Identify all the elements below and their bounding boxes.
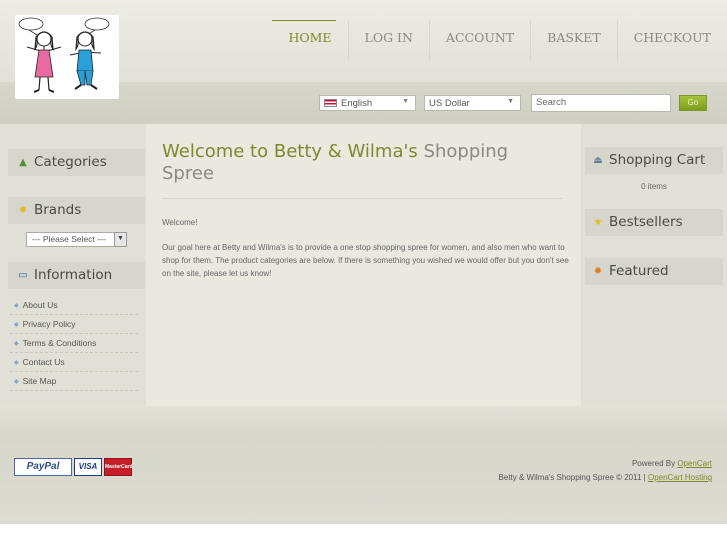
bullet-icon: ◆ <box>14 360 19 366</box>
betty-wilma-logo-illustration <box>18 17 110 93</box>
link-label: About Us <box>22 300 58 310</box>
bullet-icon: ◆ <box>14 322 19 328</box>
currency-value: US Dollar <box>429 98 470 109</box>
nav-basket[interactable]: BASKET <box>530 20 617 62</box>
bestsellers-title: Bestsellers <box>609 214 683 230</box>
right-sidebar: ⏏ Shopping Cart 0 items ★ Bestsellers ✹ Fea… <box>581 124 727 406</box>
categories-header: ▲ Categories <box>8 149 145 176</box>
welcome-body: Our goal here at Betty and Wilma's is to… <box>162 243 569 278</box>
currency-select[interactable]: US Dollar ▼ <box>424 95 521 111</box>
link-label: Privacy Policy <box>22 319 76 329</box>
copyright: Betty & Wilma's Shopping Spree © 2011 | … <box>499 473 712 482</box>
info-link-site-map[interactable]: ◆ Site Map <box>10 372 138 391</box>
brands-header: ✸ Brands <box>8 197 145 224</box>
left-sidebar: ▲ Categories ✸ Brands --- Please Select --… <box>0 124 146 406</box>
powered-by: Powered By OpenCart <box>632 459 712 468</box>
store-logo[interactable] <box>15 15 119 99</box>
bullet-icon: ◆ <box>14 341 19 347</box>
search-placeholder: Search <box>536 97 567 108</box>
payment-cards: PayPal VISA MasterCard <box>14 458 133 476</box>
cart-items-count: 0 items <box>641 182 667 191</box>
footer: PayPal VISA MasterCard Powered By OpenCa… <box>0 406 727 524</box>
info-link-privacy-policy[interactable]: ◆ Privacy Policy <box>10 315 138 334</box>
search-input[interactable]: Search <box>531 94 671 112</box>
brands-star-icon: ✸ <box>18 205 28 216</box>
categories-icon: ▲ <box>19 157 27 168</box>
brands-title: Brands <box>34 202 82 218</box>
language-select[interactable]: English ▼ <box>319 95 416 111</box>
welcome-text: Welcome! <box>162 218 198 227</box>
main-nav: HOME LOG IN ACCOUNT BASKET CHECKOUT <box>272 20 727 72</box>
info-link-terms-conditions[interactable]: ◆ Terms & Conditions <box>10 334 138 353</box>
powered-by-label: Powered By <box>631 459 678 468</box>
page-title-part1: Welcome to Betty & Wilma's <box>162 141 424 162</box>
search-go-button[interactable]: Go <box>679 95 707 111</box>
brands-select[interactable]: --- Please Select --- ▼ <box>26 232 127 247</box>
bestsellers-header: ★ Bestsellers <box>585 209 723 236</box>
featured-title: Featured <box>609 263 669 279</box>
visa-logo: VISA <box>74 458 102 476</box>
page: HOME LOG IN ACCOUNT BASKET CHECKOUT Engl… <box>0 0 727 524</box>
nav-account[interactable]: ACCOUNT <box>428 20 530 62</box>
bullet-icon: ◆ <box>14 303 19 309</box>
page-title: Welcome to Betty & Wilma's Shopping Spre… <box>162 141 562 185</box>
opencart-link[interactable]: OpenCart <box>677 459 712 468</box>
opencart-hosting-link[interactable]: OpenCart Hosting <box>648 473 712 482</box>
information-links: ◆ About Us ◆ Privacy Policy ◆ Terms & Condi… <box>10 296 138 391</box>
language-value: English <box>341 98 373 109</box>
nav-log-in[interactable]: LOG IN <box>347 20 429 62</box>
bestsellers-star-icon: ★ <box>593 217 603 228</box>
information-title: Information <box>34 267 113 283</box>
info-link-about-us[interactable]: ◆ About Us <box>10 296 138 315</box>
link-label: Terms & Conditions <box>22 338 97 348</box>
nav-checkout[interactable]: CHECKOUT <box>616 20 727 62</box>
chevron-down-icon: ▼ <box>114 232 127 247</box>
cart-icon: ⏏ <box>593 155 603 166</box>
information-header: ▭ Information <box>8 262 145 289</box>
copyright-text: Betty & Wilma's Shopping Spree © 2011 | <box>498 473 648 482</box>
main-content: Welcome to Betty & Wilma's Shopping Spre… <box>146 124 581 406</box>
categories-title: Categories <box>34 154 107 170</box>
info-link-contact-us[interactable]: ◆ Contact Us <box>10 353 138 372</box>
uk-flag-icon <box>324 99 337 107</box>
link-label: Site Map <box>22 376 57 386</box>
cart-title: Shopping Cart <box>609 152 706 168</box>
paypal-logo: PayPal <box>14 458 72 476</box>
shopping-cart-header: ⏏ Shopping Cart <box>585 147 723 174</box>
bullet-icon: ◆ <box>14 379 19 385</box>
brands-select-value: --- Please Select --- <box>32 234 106 244</box>
information-book-icon: ▭ <box>18 270 28 281</box>
divider <box>162 198 562 199</box>
chevron-down-icon: ▼ <box>507 98 514 105</box>
nav-home[interactable]: HOME <box>272 20 347 62</box>
mastercard-logo: MasterCard <box>104 458 133 476</box>
link-label: Contact Us <box>22 357 65 367</box>
featured-header: ✹ Featured <box>585 258 723 285</box>
featured-star-icon: ✹ <box>593 266 603 277</box>
header: HOME LOG IN ACCOUNT BASKET CHECKOUT <box>0 0 727 99</box>
chevron-down-icon: ▼ <box>402 98 409 105</box>
